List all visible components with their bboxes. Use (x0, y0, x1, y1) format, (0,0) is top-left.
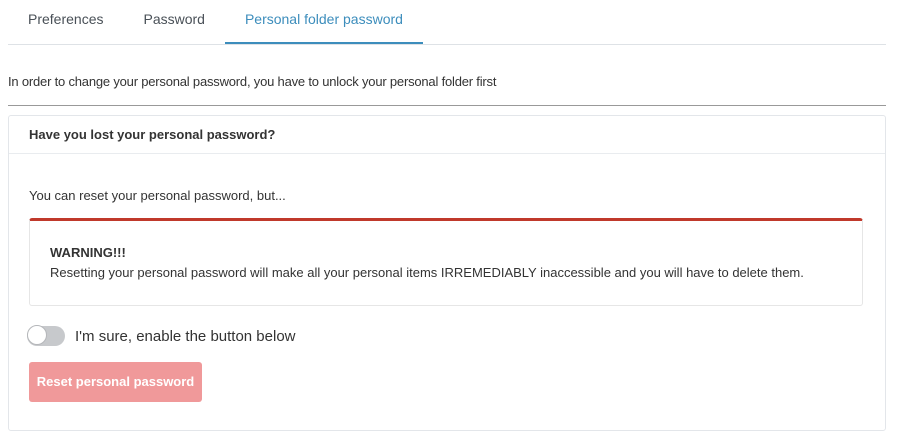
intro-text: In order to change your personal passwor… (8, 74, 497, 89)
tab-password[interactable]: Password (123, 0, 224, 44)
card-text: You can reset your personal password, bu… (29, 188, 286, 203)
lost-password-card: Have you lost your personal password? Yo… (8, 115, 886, 431)
toggle-knob (27, 325, 47, 345)
tab-bar: Preferences Password Personal folder pas… (8, 0, 886, 45)
divider (8, 105, 886, 106)
warning-body: Resetting your personal password will ma… (50, 265, 804, 280)
tab-preferences[interactable]: Preferences (8, 0, 123, 44)
warning-title: WARNING!!! (50, 245, 126, 260)
card-title: Have you lost your personal password? (9, 116, 885, 154)
confirm-toggle[interactable] (27, 325, 65, 346)
warning-box: WARNING!!! Resetting your personal passw… (29, 218, 863, 306)
tab-personal-folder-password[interactable]: Personal folder password (224, 0, 423, 44)
page: Preferences Password Personal folder pas… (0, 0, 916, 447)
confirm-toggle-label[interactable]: I'm sure, enable the button below (75, 328, 296, 345)
reset-personal-password-button[interactable]: Reset personal password (29, 362, 202, 402)
confirm-toggle-row: I'm sure, enable the button below (27, 324, 296, 348)
